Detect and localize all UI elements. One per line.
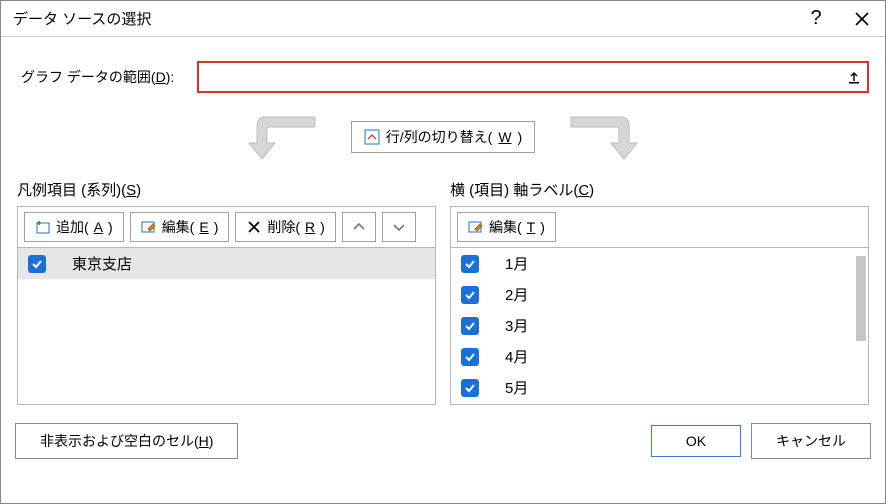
chevron-up-icon: [351, 219, 367, 235]
axis-labels-panel: 横 (項目) 軸ラベル(C) 編集(T) 1月 2月 3月 4月 5月: [450, 179, 869, 405]
list-item-label: 2月: [495, 284, 528, 305]
edit-axis-labels-button[interactable]: 編集(T): [457, 212, 556, 242]
list-item[interactable]: 東京支店: [18, 248, 435, 279]
close-button[interactable]: [839, 1, 885, 37]
switch-row-column-button[interactable]: 行/列の切り替え(W): [351, 121, 535, 153]
list-item[interactable]: 4月: [451, 341, 868, 372]
arrow-right-icon: [555, 113, 639, 161]
add-series-button[interactable]: 追加(A): [24, 212, 124, 242]
checkbox[interactable]: [28, 255, 46, 273]
list-item[interactable]: 3月: [451, 310, 868, 341]
list-item-label: 1月: [495, 253, 528, 274]
chart-range-field: [197, 61, 869, 93]
cancel-button[interactable]: キャンセル: [751, 423, 871, 459]
delete-icon: [246, 219, 262, 235]
chart-range-label: グラフ データの範囲(D):: [17, 67, 197, 87]
title-bar: データ ソースの選択 ?: [1, 1, 885, 37]
move-down-button[interactable]: [382, 212, 416, 242]
list-item[interactable]: 2月: [451, 279, 868, 310]
list-item-label: 5月: [495, 377, 528, 398]
chart-range-input[interactable]: [199, 63, 841, 91]
remove-series-button[interactable]: 削除(R): [235, 212, 335, 242]
axis-labels-list[interactable]: 1月 2月 3月 4月 5月: [450, 247, 869, 405]
hidden-cells-button[interactable]: 非表示および空白のセル(H): [15, 423, 238, 459]
checkbox[interactable]: [461, 255, 479, 273]
switch-icon: [364, 129, 380, 145]
checkbox[interactable]: [461, 379, 479, 397]
checkbox[interactable]: [461, 348, 479, 366]
list-item-label: 東京支店: [62, 253, 132, 274]
edit-icon: [468, 219, 484, 235]
checkbox[interactable]: [461, 317, 479, 335]
list-item[interactable]: 5月: [451, 372, 868, 403]
arrow-left-icon: [247, 113, 331, 161]
move-up-button[interactable]: [342, 212, 376, 242]
legend-entries-title: 凡例項目 (系列)(S): [17, 179, 436, 200]
axis-labels-title: 横 (項目) 軸ラベル(C): [450, 179, 869, 200]
legend-entries-panel: 凡例項目 (系列)(S) 追加(A) 編集(E) 削除(R): [17, 179, 436, 405]
list-item[interactable]: 1月: [451, 248, 868, 279]
help-button[interactable]: ?: [793, 1, 839, 37]
window-title: データ ソースの選択: [1, 8, 793, 29]
checkbox[interactable]: [461, 286, 479, 304]
edit-series-button[interactable]: 編集(E): [130, 212, 230, 242]
series-list[interactable]: 東京支店: [17, 247, 436, 405]
list-item-label: 4月: [495, 346, 528, 367]
range-picker-button[interactable]: [841, 63, 867, 91]
ok-button[interactable]: OK: [651, 425, 741, 457]
collapse-dialog-icon: [847, 70, 861, 84]
close-icon: [855, 12, 869, 26]
add-icon: [35, 219, 51, 235]
list-item-label: 3月: [495, 315, 528, 336]
chevron-down-icon: [391, 219, 407, 235]
edit-icon: [141, 219, 157, 235]
